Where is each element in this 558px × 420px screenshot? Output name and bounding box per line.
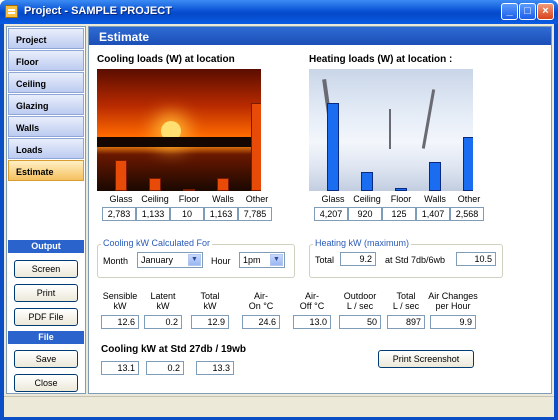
chevron-down-icon[interactable]: ▼	[270, 254, 283, 266]
air-changes-header: Air Changes per Hour	[428, 291, 478, 311]
heating-bar-ceiling	[361, 172, 373, 191]
treeline-image	[97, 137, 261, 147]
total-lps-value: 897	[387, 315, 425, 329]
cooling-category-label: Other	[245, 194, 269, 204]
heating-std-value: 10.5	[456, 252, 496, 266]
nav-glazing[interactable]: Glazing	[8, 94, 84, 115]
std-label: at Std 7db/6wb	[385, 255, 446, 265]
air-off-value: 13.0	[293, 315, 331, 329]
close-button[interactable]: Close	[14, 374, 78, 392]
air-on-header: Air- On °C	[248, 291, 274, 311]
latent-value: 0.2	[144, 315, 182, 329]
heating-value-label: 920	[348, 207, 382, 221]
heating-bar-walls	[429, 162, 441, 191]
cooling-bar-glass	[115, 160, 127, 191]
cooling-value-label: 2,783	[102, 207, 136, 221]
std-latent-value: 0.2	[146, 361, 184, 375]
heating-chart-title: Heating loads (W) at location :	[309, 54, 453, 65]
cooling-value-label: 1,163	[204, 207, 238, 221]
month-label: Month	[103, 256, 129, 266]
cooling-bar-ceiling	[149, 178, 161, 191]
nav-loads[interactable]: Loads	[8, 138, 84, 159]
output-group-header: Output	[8, 240, 84, 253]
latent-header: Latent kW	[150, 291, 176, 311]
screen-button[interactable]: Screen	[14, 260, 78, 278]
cooling-value-label: 10	[170, 207, 204, 221]
cooling-value-label: 1,133	[136, 207, 170, 221]
nav-estimate[interactable]: Estimate	[8, 160, 84, 181]
heating-bar-floor	[395, 188, 407, 191]
cooling-bar-walls	[217, 178, 229, 191]
close-window-button[interactable]: ×	[537, 3, 554, 20]
air-on-value: 24.6	[242, 315, 280, 329]
tree-image	[421, 89, 436, 149]
application-window: Project - SAMPLE PROJECT _ □ × Project F…	[0, 0, 558, 420]
client-area: Project Floor Ceiling Glazing Walls Load…	[4, 24, 554, 417]
total-value: 12.9	[191, 315, 229, 329]
cooling-loads-chart	[97, 69, 261, 191]
status-bar	[4, 396, 554, 417]
print-button[interactable]: Print	[14, 284, 78, 302]
app-icon	[5, 5, 18, 18]
cooling-kw-group-title: Cooling kW Calculated For	[101, 238, 213, 248]
nav-walls[interactable]: Walls	[8, 116, 84, 137]
sensible-value: 12.6	[101, 315, 139, 329]
total-lps-header: Total L / sec	[392, 291, 420, 311]
heating-kw-group-title: Heating kW (maximum)	[313, 238, 412, 248]
nav-floor[interactable]: Floor	[8, 50, 84, 71]
nav-ceiling[interactable]: Ceiling	[8, 72, 84, 93]
save-button[interactable]: Save	[14, 350, 78, 368]
outdoor-value: 50	[339, 315, 381, 329]
heating-value-label: 1,407	[416, 207, 450, 221]
heating-category-label: Other	[457, 194, 481, 204]
file-group-header: File	[8, 331, 84, 344]
hour-select[interactable]: 1pm ▼	[239, 252, 285, 268]
air-off-header: Air- Off °C	[299, 291, 325, 311]
cooling-bar-other	[251, 103, 261, 191]
cooling-bar-floor	[183, 189, 195, 191]
heating-bar-other	[463, 137, 473, 191]
std-cooling-label: Cooling kW at Std 27db / 19wb	[101, 344, 247, 355]
cooling-value-label: 7,785	[238, 207, 272, 221]
air-changes-value: 9.9	[430, 315, 476, 329]
outdoor-header: Outdoor L / sec	[343, 291, 377, 311]
month-select[interactable]: January ▼	[137, 252, 203, 268]
sidebar: Project Floor Ceiling Glazing Walls Load…	[6, 26, 86, 394]
total-label: Total	[315, 255, 335, 265]
maximize-button[interactable]: □	[519, 3, 536, 20]
cooling-chart-title: Cooling loads (W) at location	[97, 54, 235, 65]
pdf-file-button[interactable]: PDF File	[14, 308, 78, 326]
panel-header: Estimate	[89, 27, 551, 45]
minimize-button[interactable]: _	[501, 3, 518, 20]
heating-value-label: 4,207	[314, 207, 348, 221]
title-bar[interactable]: Project - SAMPLE PROJECT _ □ ×	[0, 0, 558, 24]
month-value: January	[141, 255, 174, 265]
total-header: Total kW	[200, 291, 220, 311]
heating-loads-chart	[309, 69, 473, 191]
std-total-value: 13.3	[196, 361, 234, 375]
chevron-down-icon[interactable]: ▼	[188, 254, 201, 266]
window-title: Project - SAMPLE PROJECT	[24, 5, 172, 17]
estimate-panel: Estimate Cooling loads (W) at location H…	[88, 26, 552, 394]
hour-label: Hour	[211, 256, 231, 266]
print-screenshot-button[interactable]: Print Screenshot	[378, 350, 474, 368]
heating-total-value: 9.2	[340, 252, 376, 266]
heating-value-label: 2,568	[450, 207, 484, 221]
tree-image	[389, 109, 391, 149]
std-sensible-value: 13.1	[101, 361, 139, 375]
heating-value-label: 125	[382, 207, 416, 221]
nav-project[interactable]: Project	[8, 28, 84, 49]
hour-value: 1pm	[243, 255, 261, 265]
heating-bar-glass	[327, 103, 339, 191]
